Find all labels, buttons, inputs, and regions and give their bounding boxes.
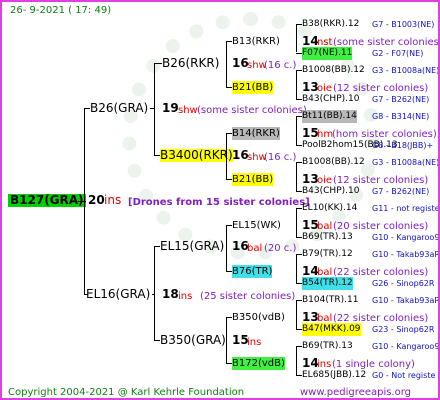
connector: [296, 116, 297, 145]
gen1-num: 18: [162, 287, 179, 301]
connector: [226, 41, 227, 87]
root-num: 20: [88, 193, 105, 207]
connector: [154, 246, 155, 340]
connector: [296, 300, 297, 329]
gen3-name[interactable]: EL15(WK): [232, 219, 281, 232]
gen2-note: (16 c.): [264, 152, 297, 163]
gen4-name[interactable]: Bt11(BB).14: [302, 110, 357, 123]
pedigree-frame: 26- 9-2021 ( 17: 49) B127(GRA) 20 ins [D…: [0, 0, 440, 400]
gen2-note: (20 c.): [264, 243, 297, 254]
gen4-ref[interactable]: G0 - Not registe: [372, 369, 435, 382]
gen4-name[interactable]: B1008(BB).12: [302, 156, 365, 169]
gen4-name[interactable]: B79(TR).12: [302, 248, 353, 261]
gen1-num: 19: [162, 101, 179, 115]
gen4-ref[interactable]: G10 - Takab93aR: [372, 294, 438, 307]
gen3-name[interactable]: B21(BB): [232, 173, 274, 186]
connector: [154, 63, 162, 64]
gen2-name[interactable]: B26(RKR): [162, 57, 219, 70]
gen4-ref[interactable]: G10 - Takab93aR: [372, 248, 438, 261]
gen4-name[interactable]: B47(MKK).09: [302, 323, 361, 336]
gen1-name[interactable]: B26(GRA): [90, 102, 148, 115]
gen3-name[interactable]: B350(vdB): [232, 311, 285, 324]
gen4-ref[interactable]: G2 - F07(NE): [372, 47, 423, 60]
root-ins: ins: [104, 193, 122, 207]
gen4-name[interactable]: B69(TR).13: [302, 231, 353, 244]
gen1-ins: shw: [178, 105, 198, 116]
gen2-ins: bal: [247, 243, 263, 254]
gen4-ref[interactable]: G23 - Sinop62R: [372, 323, 434, 336]
gen4-ref[interactable]: G11 - not registe: [372, 202, 438, 215]
gen4-ref[interactable]: G10 - Kangaroo98R: [372, 231, 438, 244]
gen2-name[interactable]: EL15(GRA): [160, 240, 224, 253]
gen4-name[interactable]: B104(TR).11: [302, 294, 358, 307]
gen4-ref[interactable]: G3 - B1008a(NE): [372, 156, 438, 169]
gen4-ref[interactable]: G3 - B1008a(NE): [372, 64, 438, 77]
gen4-name[interactable]: F07(NE).11: [302, 47, 353, 60]
connector: [296, 24, 297, 52]
gen3-name[interactable]: B13(RKR): [232, 35, 280, 48]
connector: [84, 108, 85, 294]
gen1-ins: ins: [178, 291, 193, 302]
gen1-note: (25 sister colonies): [200, 291, 296, 302]
gen4-ref[interactable]: G7 - B262(NE): [372, 185, 429, 198]
gen4-name[interactable]: B38(RKR).12: [302, 18, 359, 31]
connector: [150, 108, 154, 109]
gen3-name[interactable]: B172(vdB): [232, 357, 285, 370]
footer-site[interactable]: www.pedigreeapis.org: [300, 386, 411, 398]
gen1-name[interactable]: EL16(GRA): [86, 288, 150, 301]
connector: [296, 208, 297, 237]
gen4-name[interactable]: B54(TR).12: [302, 277, 353, 290]
gen2-name[interactable]: B350(GRA): [160, 334, 226, 347]
gen3-name[interactable]: B21(BB): [232, 81, 274, 94]
header-date: 26- 9-2021 ( 17: 49): [10, 5, 112, 16]
connector: [296, 70, 297, 99]
gen3-name[interactable]: B14(RKR): [232, 127, 280, 140]
gen3-name[interactable]: B76(TR): [232, 265, 273, 278]
connector: [296, 162, 297, 191]
connector: [226, 317, 227, 363]
gen4-ref[interactable]: G8 - B18(JBB)+: [372, 139, 433, 152]
connector: [226, 225, 227, 271]
gen1-note: (some sister colonies): [197, 105, 307, 116]
gen2-name[interactable]: B3400(RKR): [160, 149, 233, 162]
gen4-ref[interactable]: G26 - Sinop62R: [372, 277, 434, 290]
gen4-ref[interactable]: G7 - B1003(NE): [372, 18, 434, 31]
gen4-name[interactable]: EL10(KK).14: [302, 202, 357, 215]
connector: [152, 294, 154, 295]
gen4-ref[interactable]: G8 - B314(NE): [372, 110, 429, 123]
footer-copyright: Copyright 2004-2021 @ Karl Kehrle Founda…: [8, 387, 245, 398]
gen4-name[interactable]: B43(CHP).10: [302, 185, 359, 198]
gen4-name[interactable]: EL685(JBB).12: [302, 369, 366, 382]
gen4-ref[interactable]: G7 - B262(NE): [372, 93, 429, 106]
gen4-name[interactable]: B1008(BB).12: [302, 64, 365, 77]
gen4-name[interactable]: B43(CHP).10: [302, 93, 359, 106]
connector: [226, 133, 227, 179]
gen4-name[interactable]: B69(TR).13: [302, 340, 353, 353]
root-name[interactable]: B127(GRA): [8, 194, 86, 207]
root-note: [Drones from 15 sister colonies]: [128, 197, 310, 208]
connector: [296, 346, 297, 376]
gen4-ref[interactable]: G10 - Kangaroo98R: [372, 340, 438, 353]
gen2-ins: ins: [247, 337, 262, 348]
gen2-note: (16 c.): [264, 60, 297, 71]
connector: [154, 63, 155, 155]
connector: [296, 254, 297, 283]
